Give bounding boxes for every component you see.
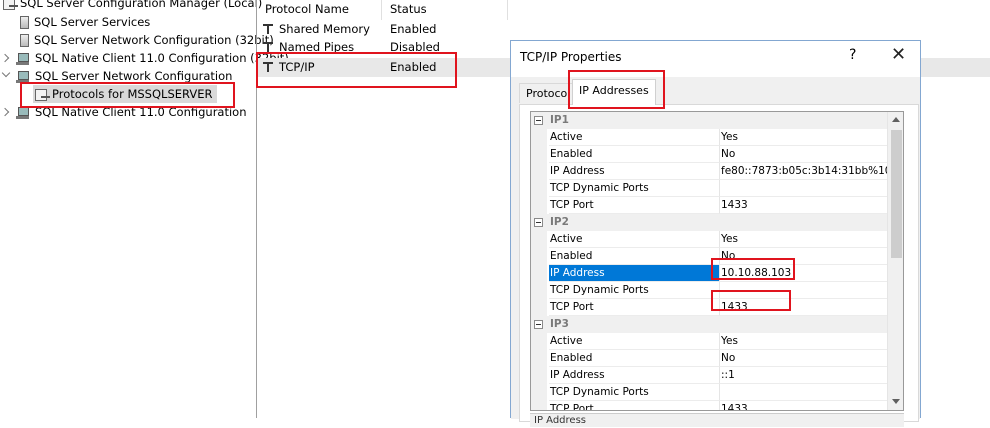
column-separator[interactable]: [507, 0, 508, 20]
property-row[interactable]: TCP Port 1433: [531, 401, 887, 410]
property-name: TCP Dynamic Ports: [549, 180, 719, 197]
tree-item-label: SQL Native Client 11.0 Configuration (32…: [35, 51, 289, 65]
property-name: IP Address: [549, 265, 719, 282]
property-row-selected[interactable]: IP Address 10.10.88.103: [531, 265, 887, 282]
dialog-title: TCP/IP Properties: [520, 50, 622, 64]
property-value[interactable]: Yes: [719, 129, 887, 146]
column-header-status[interactable]: Status: [382, 0, 427, 20]
annotation-box-tcp-port: [711, 290, 791, 311]
property-row[interactable]: TCP Port 1433: [531, 197, 887, 214]
property-value[interactable]: No: [719, 350, 887, 367]
property-row[interactable]: IP Address::1: [531, 367, 887, 384]
property-row[interactable]: Enabled No: [531, 350, 887, 367]
property-row[interactable]: Enabled No: [531, 248, 887, 265]
tree-item-label: SQL Server Services: [34, 15, 151, 29]
protocol-status: Enabled: [390, 22, 437, 36]
group-header-ip1[interactable]: IP1: [531, 112, 887, 129]
tree-root-label: SQL Server Configuration Manager (Local): [20, 0, 263, 10]
property-value[interactable]: ::1: [719, 367, 887, 384]
annotation-box-tcp-ip: [256, 52, 457, 88]
property-row[interactable]: TCP Dynamic Ports: [531, 180, 887, 197]
config-manager-icon: [3, 0, 18, 10]
tree-item-label: SQL Server Network Configuration (32bit): [34, 33, 274, 47]
property-value[interactable]: No: [719, 146, 887, 163]
property-row[interactable]: Enabled No: [531, 146, 887, 163]
annotation-box-ip-addresses-tab: [568, 70, 665, 109]
property-name: Active: [549, 333, 719, 350]
description-area: IP Address: [530, 413, 904, 427]
property-row[interactable]: TCP Port 1433: [531, 299, 887, 316]
scroll-thumb[interactable]: [891, 130, 902, 258]
property-value[interactable]: 1433: [719, 197, 887, 214]
group-name: IP3: [550, 318, 569, 330]
tree-item-label: SQL Server Network Configuration: [35, 69, 233, 83]
collapse-chevron-icon[interactable]: [1, 68, 11, 78]
property-value[interactable]: Yes: [719, 231, 887, 248]
tree-item-sql-server-services[interactable]: SQL Server Services: [18, 13, 150, 31]
property-name: Active: [549, 231, 719, 248]
annotation-box-protocols: [20, 82, 235, 108]
scroll-down-arrow-icon[interactable]: [892, 399, 900, 404]
protocol-name: Shared Memory: [279, 22, 370, 36]
property-name: TCP Port: [549, 197, 719, 214]
property-row[interactable]: Active Yes: [531, 129, 887, 146]
help-button[interactable]: ?: [849, 47, 856, 63]
list-item-shared-memory[interactable]: Shared Memory Enabled: [257, 20, 507, 39]
property-name: TCP Port: [549, 401, 719, 410]
group-name: IP1: [550, 114, 569, 126]
property-row[interactable]: Active Yes: [531, 231, 887, 248]
collapse-icon[interactable]: [534, 218, 543, 227]
property-row[interactable]: TCP Dynamic Ports: [531, 282, 887, 299]
group-header-ip2[interactable]: IP2: [531, 214, 887, 231]
property-name: IP Address: [549, 367, 719, 384]
property-name: Enabled: [549, 146, 719, 163]
expand-chevron-icon[interactable]: [0, 53, 10, 63]
dialog-body: Protocol IP Addresses IP1 Active Yes Enab…: [511, 77, 920, 427]
native-client-icon: [16, 52, 30, 66]
annotation-box-ip-address: [711, 258, 795, 280]
property-row[interactable]: TCP Dynamic Ports: [531, 384, 887, 401]
close-icon[interactable]: ✕: [891, 44, 906, 65]
expand-chevron-icon[interactable]: [0, 107, 10, 117]
property-name: TCP Port: [549, 299, 719, 316]
property-value[interactable]: [719, 180, 887, 197]
group-header-ip3[interactable]: IP3: [531, 316, 887, 333]
tree-item-network-config-32bit[interactable]: SQL Server Network Configuration (32bit): [18, 31, 274, 49]
console-tree: SQL Server Configuration Manager (Local)…: [0, 0, 289, 418]
property-value[interactable]: fe80::7873:b05c:3b14:31bb%10: [719, 163, 891, 180]
protocol-icon: [263, 23, 277, 35]
group-name: IP2: [550, 216, 569, 228]
property-value[interactable]: 1433: [719, 401, 887, 410]
property-name: TCP Dynamic Ports: [549, 384, 719, 401]
property-name: Enabled: [549, 350, 719, 367]
vertical-scrollbar[interactable]: [887, 112, 903, 410]
tree-root[interactable]: SQL Server Configuration Manager (Local): [3, 0, 262, 12]
property-row[interactable]: IP Address fe80::7873:b05c:3b14:31bb%10: [531, 163, 891, 180]
network-config-icon: [20, 34, 29, 47]
collapse-icon[interactable]: [534, 116, 543, 125]
column-header-protocol-name[interactable]: Protocol Name: [257, 0, 349, 20]
property-name: Enabled: [549, 248, 719, 265]
property-name: Active: [549, 129, 719, 146]
services-icon: [20, 16, 29, 29]
tree-item-native-client-32bit[interactable]: SQL Native Client 11.0 Configuration (32…: [16, 49, 289, 67]
collapse-icon[interactable]: [534, 320, 543, 329]
property-name: TCP Dynamic Ports: [549, 282, 719, 299]
property-value[interactable]: [719, 384, 887, 401]
property-row[interactable]: Active Yes: [531, 333, 887, 350]
property-name: IP Address: [549, 163, 719, 180]
property-value[interactable]: Yes: [719, 333, 887, 350]
scroll-up-arrow-icon[interactable]: [892, 117, 900, 122]
